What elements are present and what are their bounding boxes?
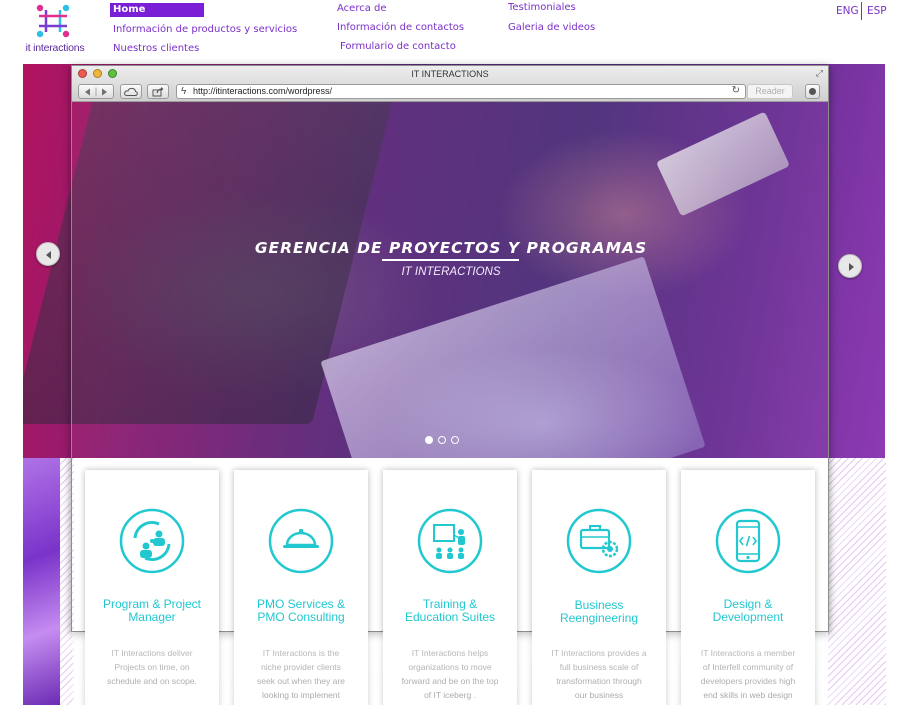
icloud-button[interactable] (120, 84, 142, 99)
service-card-business[interactable]: Business Reengineering IT Interactions p… (532, 470, 666, 705)
lang-esp[interactable]: ESP (867, 5, 887, 17)
lang-eng[interactable]: ENG (836, 5, 859, 17)
fullscreen-icon[interactable]: ⤢ (816, 68, 823, 79)
service-card-design[interactable]: Design & Development IT Interactions a m… (681, 470, 815, 705)
service-title-line2: Education Suites (404, 610, 496, 624)
service-description: IT Interactions a member of Interfell co… (695, 646, 801, 702)
slide-title: GERENCIA DE PROYECTOS Y PROGRAMAS (254, 239, 648, 257)
page-icon: ϟ (181, 86, 187, 97)
service-description: IT Interactions provides a full business… (546, 646, 652, 702)
slider-dot-1[interactable] (425, 436, 433, 444)
service-desc-line: IT Interactions provides a (551, 648, 647, 658)
reader-button[interactable]: Reader (747, 84, 793, 99)
service-desc-line: Projects on time, on (114, 662, 190, 672)
slide-title-underline (382, 259, 519, 261)
service-card-pmo[interactable]: PMO Services & PMO Consulting IT Interac… (234, 470, 368, 705)
service-description: IT Interactions is the niche provider cl… (248, 646, 354, 702)
service-desc-line: IT Interactions deliver (111, 648, 193, 658)
back-forward-buttons[interactable] (78, 84, 114, 99)
service-desc-line: end skills in web design (703, 690, 793, 700)
people-network-icon (119, 508, 185, 574)
address-bar[interactable]: ϟ http://itinteractions.com/wordpress/ ↻ (176, 84, 746, 99)
lang-separator (861, 2, 862, 20)
service-desc-line: IT Interactions a member (700, 648, 796, 658)
service-title-line2: Manager (128, 610, 176, 624)
reload-icon[interactable]: ↻ (732, 85, 740, 96)
slider-next-button[interactable] (838, 254, 862, 278)
service-title: Business Reengineering (536, 599, 662, 625)
service-desc-line: seek out when they are (257, 676, 345, 686)
download-icon (809, 88, 816, 95)
service-title-line2: PMO Consulting (257, 610, 345, 624)
mobile-code-icon (715, 508, 781, 574)
service-title: Design & Development (685, 598, 811, 624)
nav-products-services[interactable]: Información de productos y servicios (113, 24, 297, 35)
service-desc-line: schedule and on scope. (107, 676, 197, 686)
slide-subtitle: IT INTERACTIONS (401, 266, 501, 278)
service-card-training[interactable]: Training & Education Suites IT Interacti… (383, 470, 517, 705)
nav-clients[interactable]: Nuestros clientes (113, 43, 199, 54)
service-description: IT Interactions deliver Projects on time… (99, 646, 205, 688)
logo-text: it interactions (25, 42, 85, 54)
service-desc-line: IT Interactions is the (262, 648, 340, 658)
network-logo-icon (36, 4, 70, 38)
chevron-left-icon (46, 251, 51, 259)
service-desc-line: developers provides high (700, 676, 796, 686)
service-title-line2: Reengineering (559, 611, 639, 625)
service-title: PMO Services & PMO Consulting (238, 598, 364, 624)
url-text: http://itinteractions.com/wordpress/ (193, 86, 333, 96)
browser-titlebar: IT INTERACTIONS ⤢ ϟ http://itinteraction… (72, 66, 828, 102)
page: it interactions Home Información de prod… (0, 0, 900, 705)
nav-contacts[interactable]: Información de contactos (337, 22, 464, 33)
service-desc-line: niche provider clients (261, 662, 341, 672)
service-desc-line: forward and be on the top (401, 676, 499, 686)
service-desc-line: of Interfell community of (702, 662, 794, 672)
nav-contact-form[interactable]: Formulario de contacto (340, 41, 456, 52)
slider-dot-2[interactable] (438, 436, 446, 444)
service-desc-line: our business (574, 690, 624, 700)
window-title: IT INTERACTIONS (411, 69, 489, 79)
service-title: Program & Project Manager (89, 598, 215, 624)
nav-home[interactable]: Home (110, 3, 204, 17)
presentation-training-icon (417, 508, 483, 574)
service-desc-line: of IT iceberg . (424, 690, 476, 700)
service-desc-line: IT Interactions helps (411, 648, 489, 658)
downloads-button[interactable] (805, 84, 820, 99)
service-title-line2: Development (712, 610, 784, 624)
back-forward-icon (85, 87, 107, 96)
share-icon (152, 86, 164, 96)
chevron-right-icon (849, 263, 854, 271)
briefcase-gear-icon (566, 508, 632, 574)
service-desc-line: full business scale of (559, 662, 639, 672)
service-desc-line: transformation through (556, 676, 642, 686)
stripes-right (828, 458, 886, 705)
side-decoration-left (23, 458, 60, 705)
nav-video-gallery[interactable]: Galeria de videos (508, 22, 595, 33)
service-desc-line: looking to implement (262, 690, 340, 700)
service-title: Training & Education Suites (387, 598, 513, 624)
service-card-program-project[interactable]: Program & Project Manager IT Interaction… (85, 470, 219, 705)
cloud-icon (124, 87, 138, 96)
nav-testimonials[interactable]: Testimoniales (508, 2, 576, 13)
service-description: IT Interactions helps organizations to m… (397, 646, 503, 702)
nav-about[interactable]: Acerca de (337, 3, 387, 14)
service-bell-icon (268, 508, 334, 574)
site-logo[interactable]: it interactions (20, 2, 90, 54)
service-desc-line: organizations to move (408, 662, 492, 672)
slider-dot-3[interactable] (451, 436, 459, 444)
share-button[interactable] (147, 84, 169, 99)
slider-prev-button[interactable] (36, 242, 60, 266)
